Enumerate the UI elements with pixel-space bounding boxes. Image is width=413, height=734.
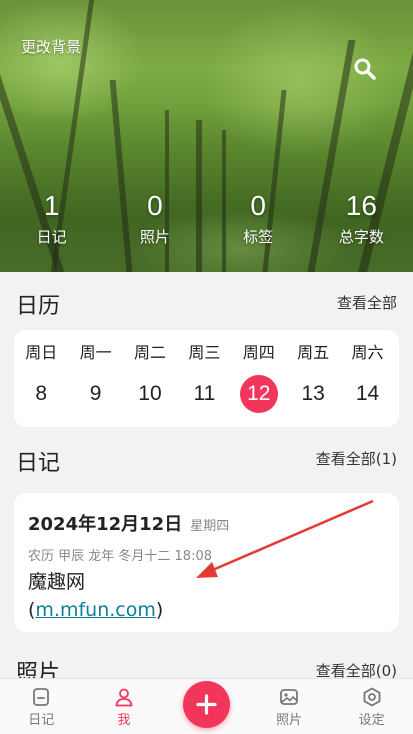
weekday-label: 周五 <box>297 343 330 362</box>
calendar-day[interactable]: 周一 9 <box>68 342 122 413</box>
stat-value: 16 <box>345 190 377 221</box>
entry-text: 魔趣网 <box>28 571 86 593</box>
change-background-button[interactable]: 更改背景 <box>21 36 81 57</box>
stat-diaries[interactable]: 1 日记 <box>0 190 103 247</box>
stat-value: 0 <box>250 190 266 221</box>
entry-weekday: 星期四 <box>190 519 230 534</box>
day-number: 13 <box>301 382 325 405</box>
photo-icon <box>280 689 298 705</box>
calendar-section-title: 日历 <box>16 294 61 319</box>
stat-label: 标签 <box>243 228 274 246</box>
day-number: 10 <box>138 382 162 405</box>
weekday-label: 周日 <box>25 343 58 362</box>
day-number: 11 <box>193 382 216 405</box>
settings-icon <box>363 687 381 707</box>
calendar-week-card: 周日 8 周一 9 周二 10 周三 11 周四 12 周五 13 周六 14 <box>14 330 399 427</box>
tab-photos[interactable]: 照片 <box>248 679 331 734</box>
stats-row: 1 日记 0 照片 0 标签 16 总字数 <box>0 190 413 247</box>
calendar-day[interactable]: 周三 11 <box>177 342 231 413</box>
tab-label: 日记 <box>28 713 55 728</box>
weekday-label: 周一 <box>79 343 112 362</box>
tab-label: 设定 <box>358 713 385 728</box>
stat-label: 照片 <box>139 228 170 246</box>
stat-tags[interactable]: 0 标签 <box>207 190 310 247</box>
weekday-label: 周三 <box>188 343 221 362</box>
add-entry-button[interactable] <box>183 681 230 728</box>
day-number: 8 <box>35 382 48 405</box>
calendar-day[interactable]: 周六 14 <box>340 342 394 413</box>
today-badge: 12 <box>239 375 278 413</box>
stat-photos[interactable]: 0 照片 <box>103 190 206 247</box>
entry-lunar-date: 农历 甲辰 龙年 冬月十二 18:08 <box>28 549 212 564</box>
day-number: 9 <box>89 382 102 405</box>
stat-label: 总字数 <box>338 228 384 246</box>
weekday-label: 周六 <box>351 343 384 362</box>
calendar-day-today[interactable]: 周四 12 <box>232 342 286 413</box>
calendar-see-all-link[interactable]: 查看全部 <box>337 292 397 313</box>
entry-date: 2024年12月12日 <box>28 514 183 535</box>
diary-icon <box>33 688 50 706</box>
stat-value: 0 <box>147 190 163 221</box>
calendar-day[interactable]: 周二 10 <box>123 342 177 413</box>
entry-link[interactable]: m.mfun.com <box>35 599 155 621</box>
stat-label: 日记 <box>36 228 67 246</box>
plus-icon <box>196 694 217 715</box>
tab-me[interactable]: 我 <box>83 679 166 734</box>
link-paren-close: ) <box>155 599 164 621</box>
diary-see-all-link[interactable]: 查看全部(1) <box>316 448 397 469</box>
search-button[interactable] <box>352 56 378 82</box>
stat-word-count[interactable]: 16 总字数 <box>310 190 413 247</box>
tab-label: 照片 <box>276 713 303 728</box>
day-number: 14 <box>355 382 380 405</box>
entry-content: 魔趣网 (m.mfun.com) <box>28 568 163 624</box>
stat-value: 1 <box>43 190 60 221</box>
diary-entry-card[interactable]: 2024年12月12日 星期四 农历 甲辰 龙年 冬月十二 18:08 魔趣网 (… <box>14 493 399 632</box>
tab-settings[interactable]: 设定 <box>330 679 413 734</box>
calendar-day[interactable]: 周五 13 <box>286 342 340 413</box>
person-icon <box>115 688 133 707</box>
tab-label: 我 <box>117 713 131 728</box>
weekday-label: 周四 <box>242 343 275 362</box>
calendar-day[interactable]: 周日 8 <box>14 342 68 413</box>
diary-section-title: 日记 <box>16 451 61 476</box>
weekday-label: 周二 <box>133 343 166 362</box>
search-icon <box>354 58 376 80</box>
tab-diary[interactable]: 日记 <box>0 679 83 734</box>
